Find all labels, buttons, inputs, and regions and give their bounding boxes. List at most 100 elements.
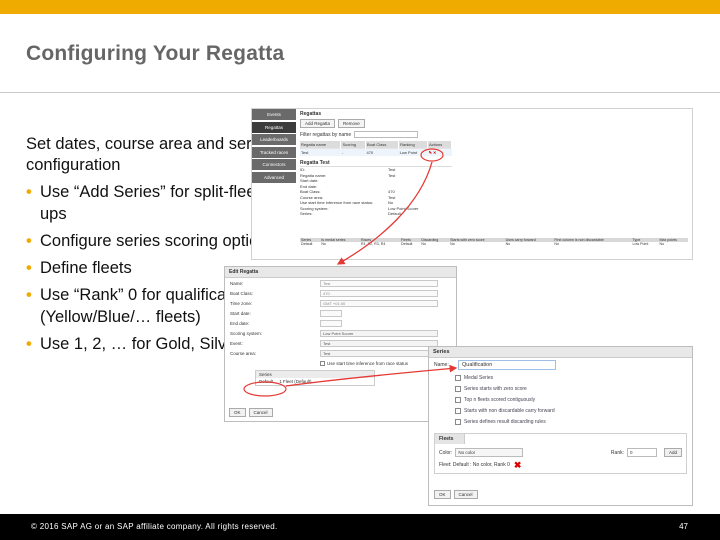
form-row: Name: Qualification xyxy=(429,358,692,372)
form-row: Use start time inference from race statu… xyxy=(225,358,456,368)
edit-regatta-dialog: Edit Regatta Name: Test Boat Class: 470 Ti… xyxy=(224,266,457,422)
table-row[interactable]: Default No R1, R2, R3, R4 Default No No … xyxy=(300,242,688,246)
start-date-field[interactable] xyxy=(320,309,342,317)
option-label: Series starts with zero score xyxy=(464,385,527,392)
form-row: Time zone: GMT +01:00 xyxy=(225,298,456,308)
field-label: Event: xyxy=(230,340,243,346)
option-row: Series starts with zero score xyxy=(429,383,692,394)
fleet-color-select[interactable]: No color xyxy=(455,448,524,457)
footer-bar: © 2016 SAP AG or an SAP affiliate compan… xyxy=(0,514,720,540)
cancel-button[interactable]: Cancel xyxy=(453,490,478,499)
course-area-select[interactable]: Test xyxy=(320,349,438,357)
list-item: Fleet: Default : No color, Rank 0 ✖ xyxy=(435,461,686,473)
remove-fleet-icon[interactable]: ✖ xyxy=(514,461,522,470)
fleet-editor: Color: No color Rank: 0 Add xyxy=(435,444,686,461)
regattas-main: Regattas Add Regatta Remove Filter regat… xyxy=(300,111,690,257)
sidebar-item-connectors[interactable]: Connectors xyxy=(252,159,296,170)
time-zone-field[interactable]: GMT +01:00 xyxy=(320,299,438,307)
field-label: Scoring system: xyxy=(230,330,263,336)
series-table: Series Is medal series Races Fleets Disc… xyxy=(300,238,688,246)
field-label: Course area: xyxy=(230,350,257,356)
fleet-rank-field[interactable]: 0 xyxy=(626,448,657,457)
option-label: Top n fleets scored contiguously xyxy=(464,396,536,403)
sidebar-item-leaderboards[interactable]: Leaderboards xyxy=(252,134,296,145)
fleets-panel: Fleets Color: No color Rank: 0 Add Fleet… xyxy=(434,433,687,474)
series-name-field[interactable]: Qualification xyxy=(458,360,556,370)
table-cell: No xyxy=(421,242,426,246)
form-row: Course area: Test xyxy=(225,348,456,358)
table-cell: No xyxy=(450,242,455,246)
sidebar-item-tracked-races[interactable]: Tracked races xyxy=(252,146,296,158)
name-field[interactable]: Test xyxy=(320,279,438,287)
table-cell: Default xyxy=(401,242,413,246)
sidebar-item-regattas[interactable]: Regattas xyxy=(252,121,296,133)
regattas-heading: Regattas xyxy=(300,111,322,117)
table-cell: 470 xyxy=(365,148,399,156)
column-header[interactable]: Actions xyxy=(427,141,452,149)
contiguous-scoring-checkbox[interactable] xyxy=(455,396,461,403)
filter-input[interactable] xyxy=(354,131,419,138)
series-fleets: 1 Fleet (Default) xyxy=(279,379,312,384)
remove-regatta-button[interactable]: Remove xyxy=(338,119,365,128)
ok-button[interactable]: OK xyxy=(229,408,246,417)
scoring-system-select[interactable]: Low Point Scorer xyxy=(320,329,438,337)
field-label: Start date: xyxy=(230,310,251,316)
option-row: Starts with non discardable carry forwar… xyxy=(429,405,692,416)
field-label: Name: xyxy=(230,280,244,286)
ok-button[interactable]: OK xyxy=(434,490,451,499)
admin-sidebar: Events Regattas Leaderboards Tracked rac… xyxy=(252,109,296,259)
form-row: Boat Class: 470 xyxy=(225,288,456,298)
lead-text: Set dates, course area and series config… xyxy=(26,135,273,174)
start-time-inference-checkbox[interactable] xyxy=(320,360,325,366)
discarding-rules-checkbox[interactable] xyxy=(455,418,461,425)
event-select[interactable]: Test xyxy=(320,339,438,347)
regatta-filter: Filter regattas by name xyxy=(300,131,690,138)
sidebar-item-events[interactable]: Events xyxy=(252,109,296,120)
field-label: Boat Class: xyxy=(230,290,254,296)
option-label: Series defines result discarding rules xyxy=(464,418,546,425)
table-row[interactable]: Test - 470 Low Point ✎ ✕ xyxy=(300,148,452,156)
end-date-field[interactable] xyxy=(320,319,342,327)
field-label: Color: xyxy=(439,449,453,456)
carry-forward-checkbox[interactable] xyxy=(455,407,461,414)
table-cell: No xyxy=(505,242,511,246)
field-label: Rank: xyxy=(610,449,624,456)
regatta-details: Regatta Test ID: Test Regatta name: Test S… xyxy=(300,160,690,217)
details-heading: Regatta Test xyxy=(300,160,452,167)
add-fleet-button[interactable]: Add xyxy=(663,448,682,457)
form-row: Start date: xyxy=(225,308,456,318)
column-header[interactable]: Scoring xyxy=(340,141,366,149)
table-cell: No xyxy=(321,242,326,246)
table-cell: R1, R2, R3, R4 xyxy=(361,242,386,246)
boat-class-field[interactable]: 470 xyxy=(320,289,438,297)
table-cell: No xyxy=(659,242,665,246)
column-header[interactable]: Boat Class xyxy=(365,141,400,149)
field-label: Time zone: xyxy=(230,300,253,306)
slide-title: Configuring Your Regatta xyxy=(26,42,285,65)
field-label: End date: xyxy=(230,320,250,326)
list-item[interactable]: Default 1 Fleet (Default) xyxy=(256,378,374,385)
dialog-buttons: OK Cancel xyxy=(229,408,273,417)
title-rule xyxy=(0,92,720,93)
sidebar-item-advanced[interactable]: Advanced xyxy=(252,171,296,183)
table-cell: Low Point xyxy=(632,242,649,246)
column-header[interactable]: Ranking xyxy=(398,141,429,149)
option-row: Medal Series xyxy=(429,372,692,383)
edit-regatta-action[interactable]: ✎ ✕ xyxy=(427,148,452,156)
tab-fleets[interactable]: Fleets xyxy=(435,434,465,444)
page-number: 47 xyxy=(679,522,688,531)
series-dialog: Series Name: Qualification Medal Series … xyxy=(428,346,693,506)
zero-score-checkbox[interactable] xyxy=(455,385,461,392)
form-row: Name: Test xyxy=(225,278,456,288)
form-row: Event: Test xyxy=(225,338,456,348)
table-cell: - xyxy=(340,148,366,156)
table-cell: Low Point xyxy=(398,148,428,156)
cancel-button[interactable]: Cancel xyxy=(248,408,273,417)
regattas-table: Regatta name Scoring Boat Class Ranking … xyxy=(300,141,452,156)
series-list-header: Series xyxy=(256,371,374,378)
medal-series-checkbox[interactable] xyxy=(455,374,461,381)
option-label: Starts with non discardable carry forwar… xyxy=(464,407,555,414)
table-cell: Test xyxy=(300,148,341,156)
column-header[interactable]: Regatta name xyxy=(300,141,342,149)
add-regatta-button[interactable]: Add Regatta xyxy=(300,119,336,128)
